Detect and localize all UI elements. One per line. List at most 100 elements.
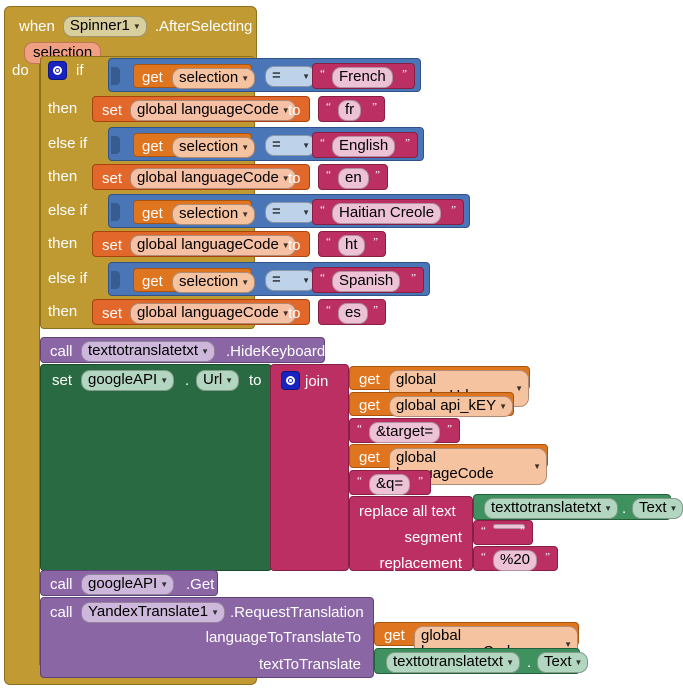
chevron-down-icon: ▼ <box>533 462 541 471</box>
text-block-segment-value[interactable]: “ ” <box>473 520 533 545</box>
property-dropdown[interactable]: Text ▼ <box>537 652 589 673</box>
event-name-label: .AfterSelecting <box>154 18 253 35</box>
logic-compare-block-1[interactable]: get selection ▼ = ▼ “ English ” <box>108 127 424 161</box>
text-block-2[interactable]: “ Haitian Creole ” <box>312 199 464 225</box>
text-value[interactable]: %20 <box>493 550 538 571</box>
logic-compare-block-0[interactable]: get selection ▼ = ▼ “ French ” <box>108 58 421 92</box>
property-dropdown[interactable]: Text ▼ <box>632 498 683 519</box>
text-value[interactable]: en <box>338 168 369 189</box>
component-dropdown[interactable]: texttotranslatetxt ▼ <box>484 498 618 519</box>
set-component-name: googleAPI <box>88 371 158 388</box>
event-component-dropdown[interactable]: Spinner1 ▼ <box>62 16 147 37</box>
get-variable-dropdown[interactable]: selection ▼ <box>172 137 256 158</box>
yandex-arg-component-get-text[interactable]: texttotranslatetxt ▼ . Text ▼ <box>374 648 589 674</box>
call-component-dropdown[interactable]: texttotranslatetxt ▼ <box>81 341 215 362</box>
get-variable-block-1[interactable]: get selection ▼ <box>133 133 256 158</box>
chevron-down-icon: ▼ <box>201 347 209 356</box>
set-variable-dropdown[interactable]: global languageCode ▼ <box>130 168 296 189</box>
join-block[interactable]: join <box>270 364 349 571</box>
logic-compare-block-3[interactable]: get selection ▼ = ▼ “ Spanish ” <box>108 262 430 296</box>
text-value[interactable]: English <box>332 136 396 157</box>
chevron-down-icon: ▼ <box>574 658 583 667</box>
text-value[interactable]: &target= <box>369 422 441 443</box>
call-yandex-requesttranslation-block[interactable]: call YandexTranslate1 ▼ .RequestTranslat… <box>40 597 374 678</box>
open-quote-icon: “ <box>320 272 325 284</box>
get-variable-dropdown[interactable]: selection ▼ <box>172 204 256 225</box>
set-component-property-block[interactable]: set googleAPI ▼ . Url ▼ to <box>40 364 272 571</box>
then-label-1: then <box>48 168 78 185</box>
open-quote-icon: “ <box>326 304 331 316</box>
close-quote-icon: ” <box>418 475 423 487</box>
dot-separator: . <box>622 500 627 517</box>
join-item-get-api-key[interactable]: get global api_kEY ▼ <box>349 392 514 417</box>
text-value[interactable]: Haitian Creole <box>332 203 442 224</box>
open-quote-icon: “ <box>326 169 331 181</box>
comparison-operator: = <box>272 203 281 220</box>
mutator-gear-icon[interactable] <box>48 61 67 80</box>
join-item-text-target[interactable]: “ &target= ” <box>349 418 460 443</box>
get-variable-block-3[interactable]: get selection ▼ <box>133 268 256 293</box>
text-block-0[interactable]: “ French ” <box>312 63 415 89</box>
set-property-dropdown[interactable]: Url ▼ <box>196 370 240 391</box>
close-quote-icon: ” <box>520 525 525 537</box>
call-label: call <box>50 343 73 360</box>
get-variable-dropdown[interactable]: selection ▼ <box>172 68 256 89</box>
text-value[interactable]: Spanish <box>332 271 401 292</box>
comparison-operator-dropdown-3[interactable]: = ▼ <box>265 270 316 291</box>
component-dropdown[interactable]: texttotranslatetxt ▼ <box>386 652 520 673</box>
call-hidekeyboard-block[interactable]: call texttotranslatetxt ▼ .HideKeyboard <box>40 337 325 363</box>
set-variable-name: global languageCode <box>137 304 279 321</box>
text-value[interactable]: &q= <box>369 474 411 495</box>
if-label: if <box>76 62 84 79</box>
text-block-1[interactable]: “ English ” <box>312 132 418 158</box>
close-quote-icon: ” <box>373 304 378 316</box>
then-label-0: then <box>48 100 78 117</box>
call-component-dropdown[interactable]: YandexTranslate1 ▼ <box>81 602 225 623</box>
set-global-block-0[interactable]: set global languageCode ▼ to <box>92 96 310 122</box>
call-component-dropdown[interactable]: googleAPI ▼ <box>81 574 175 595</box>
set-label: set <box>102 102 123 119</box>
text-value[interactable]: fr <box>338 100 362 121</box>
text-value[interactable]: ht <box>338 235 365 256</box>
get-variable-block-0[interactable]: get selection ▼ <box>133 64 256 89</box>
set-global-block-2[interactable]: set global languageCode ▼ to <box>92 231 310 257</box>
get-variable-dropdown[interactable]: global api_kEY ▼ <box>389 396 513 417</box>
set-variable-dropdown[interactable]: global languageCode ▼ <box>130 235 296 256</box>
set-component-dropdown[interactable]: googleAPI ▼ <box>81 370 175 391</box>
component-get-block-text[interactable]: texttotranslatetxt ▼ . Text ▼ <box>473 494 683 520</box>
text-block-replacement-value[interactable]: “ %20 ” <box>473 546 558 571</box>
text-block-3[interactable]: “ Spanish ” <box>312 267 424 293</box>
join-item-get-google-url[interactable]: get global google_Url ▼ <box>349 366 530 407</box>
text-value[interactable]: French <box>332 67 393 88</box>
text-block-value-1[interactable]: “ en ” <box>318 164 388 190</box>
yandex-arg-get-language-code[interactable]: get global languageCode ▼ <box>374 622 579 663</box>
get-variable-block-2[interactable]: get selection ▼ <box>133 200 256 225</box>
join-label: join <box>305 373 329 390</box>
text-block-value-3[interactable]: “ es ” <box>318 299 386 325</box>
set-variable-dropdown[interactable]: global languageCode ▼ <box>130 303 296 324</box>
blocks-canvas[interactable]: when Spinner1 ▼ .AfterSelecting selectio… <box>0 0 683 695</box>
mutator-gear-icon[interactable] <box>281 371 300 390</box>
text-value[interactable]: es <box>338 303 368 324</box>
property-name: Text <box>639 499 667 516</box>
close-quote-icon: ” <box>451 204 456 216</box>
if-header-row: if <box>48 61 84 80</box>
join-item-get-language-code[interactable]: get global languageCode ▼ <box>349 444 548 485</box>
text-block-value-2[interactable]: “ ht ” <box>318 231 386 257</box>
close-quote-icon: ” <box>447 423 452 435</box>
call-googleapi-get-block[interactable]: call googleAPI ▼ .Get <box>40 570 218 596</box>
join-item-replace-all-text[interactable]: replace all text segment replacement <box>349 496 473 571</box>
set-global-block-1[interactable]: set global languageCode ▼ to <box>92 164 310 190</box>
comparison-operator-dropdown-0[interactable]: = ▼ <box>265 66 316 87</box>
open-quote-icon: “ <box>326 236 331 248</box>
comparison-operator-dropdown-2[interactable]: = ▼ <box>265 202 316 223</box>
set-variable-dropdown[interactable]: global languageCode ▼ <box>130 100 296 121</box>
comparison-operator: = <box>272 67 281 84</box>
comparison-operator-dropdown-1[interactable]: = ▼ <box>265 135 316 156</box>
join-item-text-query[interactable]: “ &q= ” <box>349 470 431 495</box>
set-global-block-3[interactable]: set global languageCode ▼ to <box>92 299 310 325</box>
close-quote-icon: ” <box>375 169 380 181</box>
get-variable-dropdown[interactable]: selection ▼ <box>172 272 256 293</box>
logic-compare-block-2[interactable]: get selection ▼ = ▼ “ Haitian Creole ” <box>108 194 470 228</box>
text-block-value-0[interactable]: “ fr ” <box>318 96 385 122</box>
